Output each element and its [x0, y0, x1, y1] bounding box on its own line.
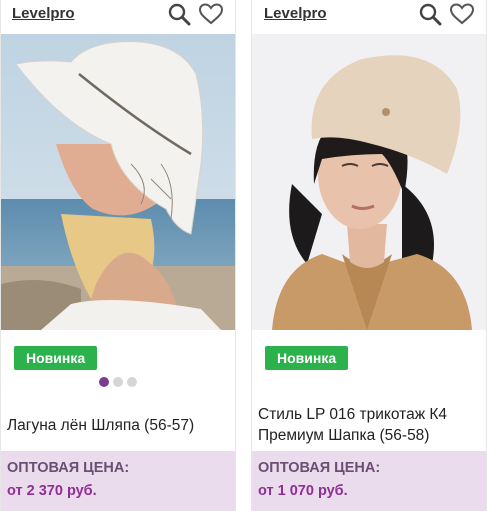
new-badge: Новинка: [265, 346, 349, 370]
gallery-dot[interactable]: [113, 377, 123, 387]
gallery-dot[interactable]: [99, 377, 109, 387]
brand-link[interactable]: Levelpro: [264, 5, 327, 22]
search-icon[interactable]: [167, 2, 193, 26]
card-header: Levelpro: [252, 0, 486, 34]
product-image[interactable]: [252, 34, 486, 330]
product-image[interactable]: [1, 34, 235, 330]
product-card[interactable]: Levelpro Новинка Лагуна лён Шляпа (56-57…: [0, 0, 236, 511]
gallery-dots: [99, 377, 137, 387]
heart-icon[interactable]: [198, 2, 224, 26]
new-badge: Новинка: [14, 346, 98, 370]
gallery-dot[interactable]: [127, 377, 137, 387]
price-value: от 1 070 руб.: [258, 483, 348, 499]
price-label: ОПТОВАЯ ЦЕНА:: [7, 460, 130, 476]
heart-icon[interactable]: [449, 2, 475, 26]
product-title[interactable]: Лагуна лён Шляпа (56-57): [7, 415, 229, 436]
product-title[interactable]: Стиль LP 016 трикотаж К4 Премиум Шапка (…: [258, 404, 480, 446]
search-icon[interactable]: [418, 2, 444, 26]
card-header: Levelpro: [1, 0, 235, 34]
brand-link[interactable]: Levelpro: [12, 5, 75, 22]
price-value: от 2 370 руб.: [7, 483, 97, 499]
product-card[interactable]: Levelpro Новинка Стиль LP 016 трикотаж К…: [251, 0, 487, 511]
price-box: ОПТОВАЯ ЦЕНА: от 2 370 руб.: [1, 451, 235, 511]
price-label: ОПТОВАЯ ЦЕНА:: [258, 460, 381, 476]
price-box: ОПТОВАЯ ЦЕНА: от 1 070 руб.: [252, 451, 486, 511]
